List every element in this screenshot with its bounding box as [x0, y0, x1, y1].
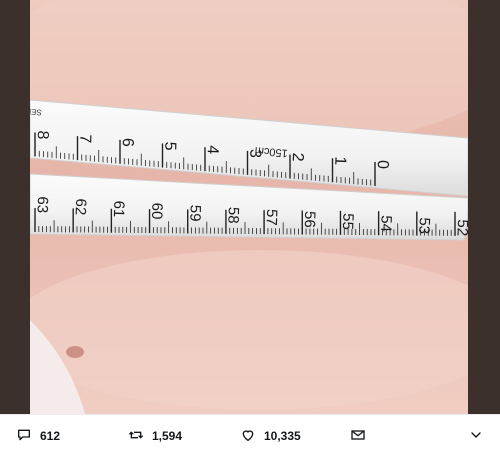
tape-number: 60: [148, 202, 166, 219]
tape-number: 54: [377, 215, 395, 232]
speech-bubble-icon: [16, 427, 32, 446]
envelope-icon: [350, 427, 366, 446]
tape-number: 52: [453, 219, 468, 236]
tweet-photo[interactable]: 876543210 SEKISUI JUSHI 150cm 6362616059…: [30, 0, 468, 414]
tape-number: 1: [331, 156, 348, 166]
tweet-action-bar: 612 1,594 10,335: [0, 414, 500, 456]
tape-number: 6: [119, 138, 136, 148]
tape-number: 63: [33, 196, 51, 213]
tape-number: 5: [161, 141, 178, 151]
reply-button[interactable]: 612: [16, 415, 60, 456]
tape-number: 7: [76, 134, 93, 144]
tape-number: 59: [186, 205, 204, 222]
tape-number: 58: [224, 207, 242, 224]
tape-number: 57: [263, 209, 281, 226]
like-count: 10,335: [264, 429, 301, 443]
reply-count: 612: [40, 429, 61, 443]
retweet-count: 1,594: [152, 429, 183, 443]
chevron-down-icon: [468, 427, 484, 446]
retweet-arrows-icon: [128, 427, 144, 446]
tape-number: 55: [339, 213, 357, 230]
tape-number: 56: [301, 211, 319, 228]
retweet-button[interactable]: 1,594: [128, 415, 182, 456]
tape-measure-image: 876543210 SEKISUI JUSHI 150cm 6362616059…: [30, 0, 468, 414]
more-options-button[interactable]: [468, 415, 484, 456]
tape-number: 53: [415, 217, 433, 234]
like-button[interactable]: 10,335: [240, 415, 301, 456]
tape-number: 2: [289, 152, 306, 162]
tape-number: 4: [204, 145, 221, 155]
tape-number: 0: [374, 160, 391, 170]
direct-message-button[interactable]: [350, 415, 366, 456]
tape-number: 8: [34, 130, 51, 140]
tape-number: 61: [110, 200, 128, 217]
tape-number: 62: [72, 198, 90, 215]
heart-icon: [240, 427, 256, 446]
